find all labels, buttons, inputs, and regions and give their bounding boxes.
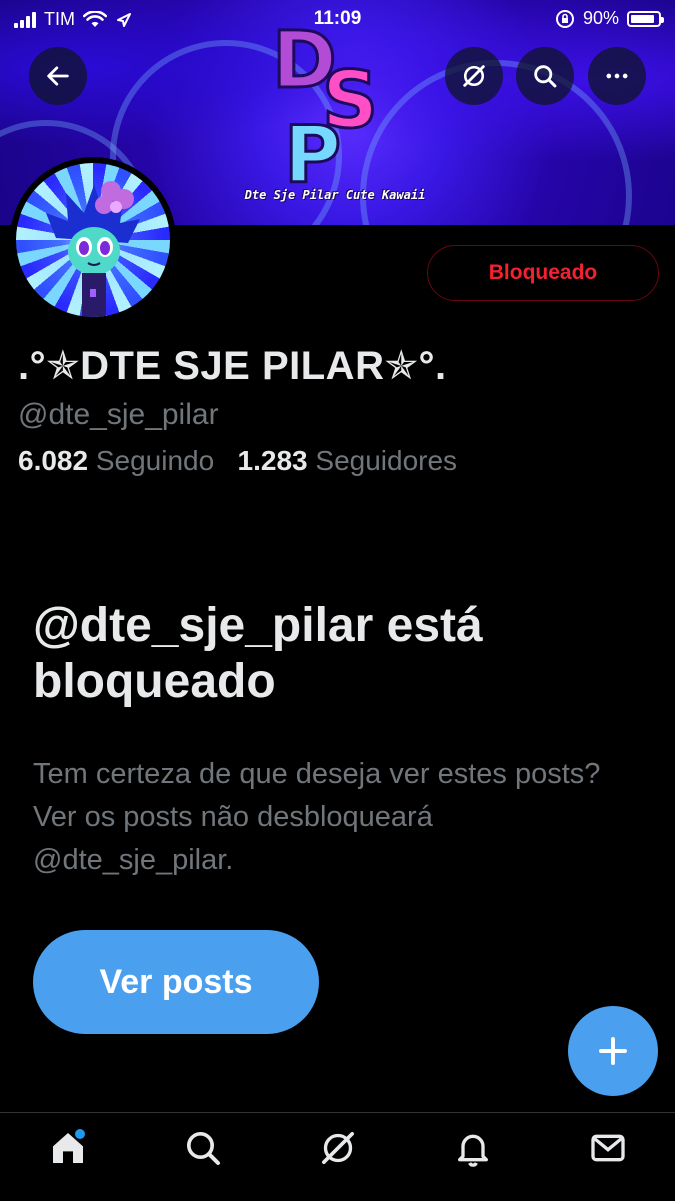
- bottom-nav: [0, 1112, 675, 1201]
- nav-search[interactable]: [168, 1113, 238, 1183]
- notifications-icon: [457, 1134, 488, 1167]
- grok-button[interactable]: [445, 47, 503, 105]
- nav-messages[interactable]: [573, 1113, 643, 1183]
- battery-percent: 90%: [582, 8, 619, 28]
- blocked-button[interactable]: Bloqueado: [427, 245, 659, 301]
- messages-icon: [590, 1134, 625, 1162]
- avatar-character: [46, 181, 140, 317]
- back-button[interactable]: [29, 47, 87, 105]
- more-button[interactable]: [588, 47, 646, 105]
- banner-logo: D S P: [262, 21, 452, 212]
- compose-button[interactable]: [568, 1006, 658, 1096]
- unread-dot: [74, 1129, 85, 1139]
- search-icon: [534, 65, 557, 88]
- status-bar: TIM 11:09 90%: [0, 0, 675, 40]
- banner-tagline: Dte Sje Pilar Cute Kawaii: [244, 188, 426, 202]
- orientation-lock-icon: [555, 9, 574, 28]
- following-link[interactable]: 6.082 Seguindo: [18, 445, 214, 476]
- blocked-notice-title: @dte_sje_pilar está bloqueado: [33, 599, 483, 708]
- grok-icon: [321, 1132, 354, 1164]
- battery-icon: [627, 10, 664, 27]
- plus-icon: [599, 1037, 627, 1065]
- logo-letter-p: P: [282, 111, 342, 201]
- username-handle: @dte_sje_pilar: [18, 398, 219, 431]
- back-arrow-icon: [47, 66, 69, 86]
- search-button[interactable]: [516, 47, 574, 105]
- following-label: Seguindo: [95, 445, 215, 476]
- nav-grok[interactable]: [303, 1113, 373, 1183]
- nav-home[interactable]: [33, 1113, 103, 1183]
- grok-icon: [463, 65, 485, 87]
- view-posts-button[interactable]: Ver posts: [33, 930, 319, 1034]
- followers-label: Seguidores: [315, 445, 458, 476]
- nav-notifications[interactable]: [438, 1113, 508, 1183]
- more-icon: [606, 73, 628, 79]
- followers-count: 1.283: [237, 445, 308, 476]
- followers-link[interactable]: 1.283 Seguidores: [238, 445, 458, 476]
- avatar[interactable]: [10, 157, 176, 323]
- blocked-notice-description: Tem certeza de que deseja ver estes post…: [33, 758, 601, 876]
- following-count: 6.082: [18, 445, 89, 476]
- follow-stats: 6.082 Seguindo 1.283 Seguidores: [18, 445, 457, 477]
- search-icon: [186, 1132, 220, 1165]
- display-name: .°✯DTE SJE PILAR✯°.: [18, 344, 447, 388]
